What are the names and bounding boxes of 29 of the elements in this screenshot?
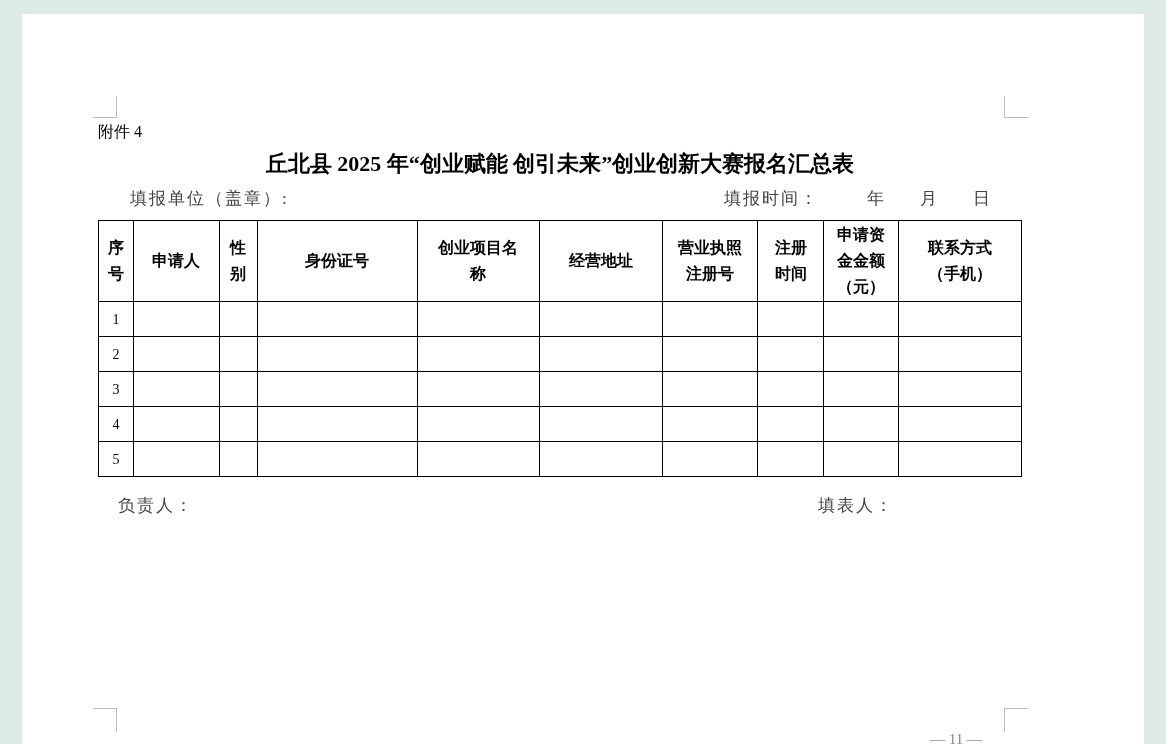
- row-number-cell: 1: [98, 301, 134, 337]
- column-header: 性别: [219, 220, 258, 302]
- row-number-cell: 2: [98, 336, 134, 372]
- column-header: 申请资金金额（元）: [823, 220, 899, 302]
- crop-mark: [1004, 708, 1028, 732]
- responsible-label: 负责人：: [118, 495, 194, 517]
- crop-mark: [93, 708, 117, 732]
- row-number-cell: 3: [98, 371, 134, 407]
- column-header: 联系方式（手机）: [898, 220, 1022, 302]
- column-header: 创业项目名称: [417, 220, 540, 302]
- date-part-label: 日: [973, 188, 992, 211]
- document-title: 丘北县 2025 年“创业赋能 创引未来”创业创新大赛报名汇总表: [265, 150, 855, 178]
- date-part-label: 月: [920, 188, 939, 211]
- column-header: 经营地址: [539, 220, 663, 302]
- row-number-cell: 5: [98, 441, 134, 477]
- column-header: 身份证号: [257, 220, 418, 302]
- column-header: 序号: [98, 220, 134, 302]
- page-number: — 11 —: [930, 730, 982, 744]
- row-number-cell: 4: [98, 406, 134, 442]
- column-header: 注册时间: [757, 220, 824, 302]
- filler-label: 填表人：: [818, 495, 894, 517]
- fill-time-label: 填报时间：: [724, 188, 819, 211]
- column-header: 营业执照注册号: [662, 220, 758, 302]
- crop-mark: [1004, 96, 1028, 118]
- column-header: 申请人: [133, 220, 220, 302]
- crop-mark: [93, 96, 117, 118]
- date-part-label: 年: [867, 188, 886, 211]
- fill-unit-label: 填报单位（盖章）:: [130, 188, 289, 211]
- attachment-label: 附件 4: [98, 122, 143, 142]
